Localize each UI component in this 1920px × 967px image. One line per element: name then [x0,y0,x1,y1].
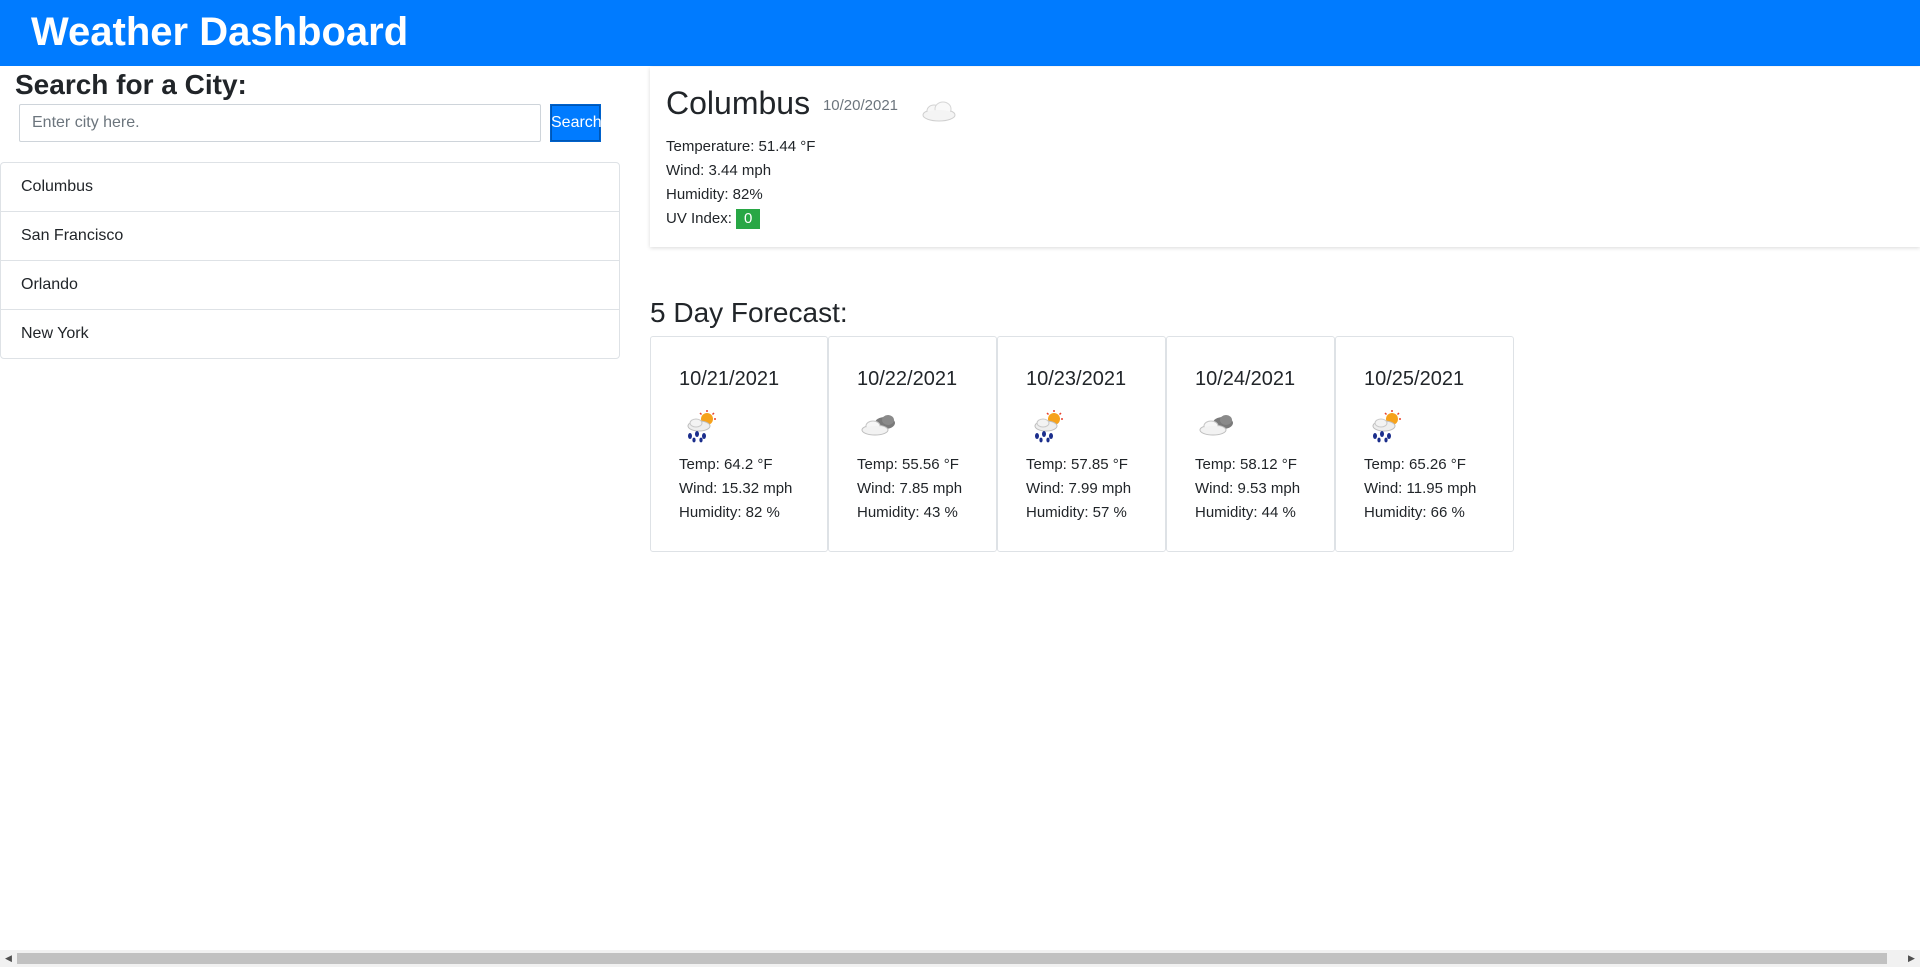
history-item[interactable]: Orlando [1,261,619,310]
forecast-wind: Wind: 7.85 mph [857,480,963,497]
current-date: 10/20/2021 [822,96,899,114]
history-item[interactable]: San Francisco [1,212,619,261]
forecast-wind: Wind: 7.99 mph [1026,480,1132,497]
forecast-wind: Wind: 11.95 mph [1364,480,1477,497]
forecast-temp: Temp: 57.85 °F [1026,456,1128,473]
forecast-date: 10/21/2021 [679,368,780,390]
forecast-temp: Temp: 55.56 °F [857,456,959,473]
uv-index-badge: 0 [736,209,761,230]
forecast-details: Temp: 57.85 °F Wind: 7.99 mph Humidity: … [1026,453,1131,525]
search-title: Search for a City: [15,69,247,100]
forecast-humidity: Humidity: 57 % [1026,504,1127,521]
forecast-date: 10/25/2021 [1364,368,1465,390]
scroll-right-icon[interactable]: ▶ [1903,950,1920,967]
current-wind: Wind: 3.44 mph [666,162,772,179]
cloud-icon [919,93,959,122]
uv-label: UV Index: [666,210,737,227]
history-item[interactable]: New York [1,310,619,358]
current-city-name: Columbus [666,85,811,121]
rain-sun-icon [1364,409,1408,443]
forecast-card: 10/25/2021 Temp: 65.26 °F Wind: 11.95 mp… [1335,336,1514,552]
forecast-details: Temp: 55.56 °F Wind: 7.85 mph Humidity: … [857,453,962,525]
current-humidity: Humidity: 82% [666,186,763,203]
forecast-humidity: Humidity: 66 % [1364,504,1465,521]
rain-sun-icon [1026,409,1070,443]
rain-sun-icon [679,409,723,443]
forecast-title: 5 Day Forecast: [650,297,848,328]
cloudy-icon [1195,409,1239,443]
forecast-humidity: Humidity: 44 % [1195,504,1296,521]
city-search-input[interactable] [19,104,541,142]
forecast-card: 10/21/2021 Temp: 64.2 °F Wind: 15.32 mph… [650,336,828,552]
forecast-temp: Temp: 58.12 °F [1195,456,1297,473]
current-weather-card: Columbus 10/20/2021 Temperature: 51.44 °… [650,67,1920,247]
current-temperature: Temperature: 51.44 °F [666,138,816,155]
forecast-temp: Temp: 64.2 °F [679,456,773,473]
forecast-date: 10/24/2021 [1195,368,1296,390]
scroll-left-icon[interactable]: ◀ [0,950,17,967]
current-details: Temperature: 51.44 °F Wind: 3.44 mph Hum… [666,135,815,231]
history-item[interactable]: Columbus [1,163,619,212]
search-button[interactable]: Search [550,104,602,142]
forecast-details: Temp: 65.26 °F Wind: 11.95 mph Humidity:… [1364,453,1476,525]
current-city-heading: Columbus 10/20/2021 [666,83,959,126]
forecast-temp: Temp: 65.26 °F [1364,456,1466,473]
app-title: Weather Dashboard [31,10,409,54]
current-uv-row: UV Index: 0 [666,207,815,231]
forecast-details: Temp: 64.2 °F Wind: 15.32 mph Humidity: … [679,453,792,525]
forecast-date: 10/23/2021 [1026,368,1127,390]
forecast-humidity: Humidity: 43 % [857,504,958,521]
scrollbar-thumb[interactable] [17,953,1887,964]
forecast-date: 10/22/2021 [857,368,958,390]
forecast-wind: Wind: 15.32 mph [679,480,793,497]
forecast-card: 10/23/2021 Temp: 57.85 °F Wind: 7.99 mph… [997,336,1166,552]
forecast-details: Temp: 58.12 °F Wind: 9.53 mph Humidity: … [1195,453,1300,525]
app-header: Weather Dashboard [0,0,1920,66]
search-history-list: Columbus San Francisco Orlando New York [0,162,620,359]
cloudy-icon [857,409,901,443]
forecast-card: 10/22/2021 Temp: 55.56 °F Wind: 7.85 mph… [828,336,997,552]
forecast-wind: Wind: 9.53 mph [1195,480,1301,497]
horizontal-scrollbar[interactable]: ◀ ▶ [0,950,1920,967]
forecast-card: 10/24/2021 Temp: 58.12 °F Wind: 9.53 mph… [1166,336,1335,552]
forecast-humidity: Humidity: 82 % [679,504,780,521]
